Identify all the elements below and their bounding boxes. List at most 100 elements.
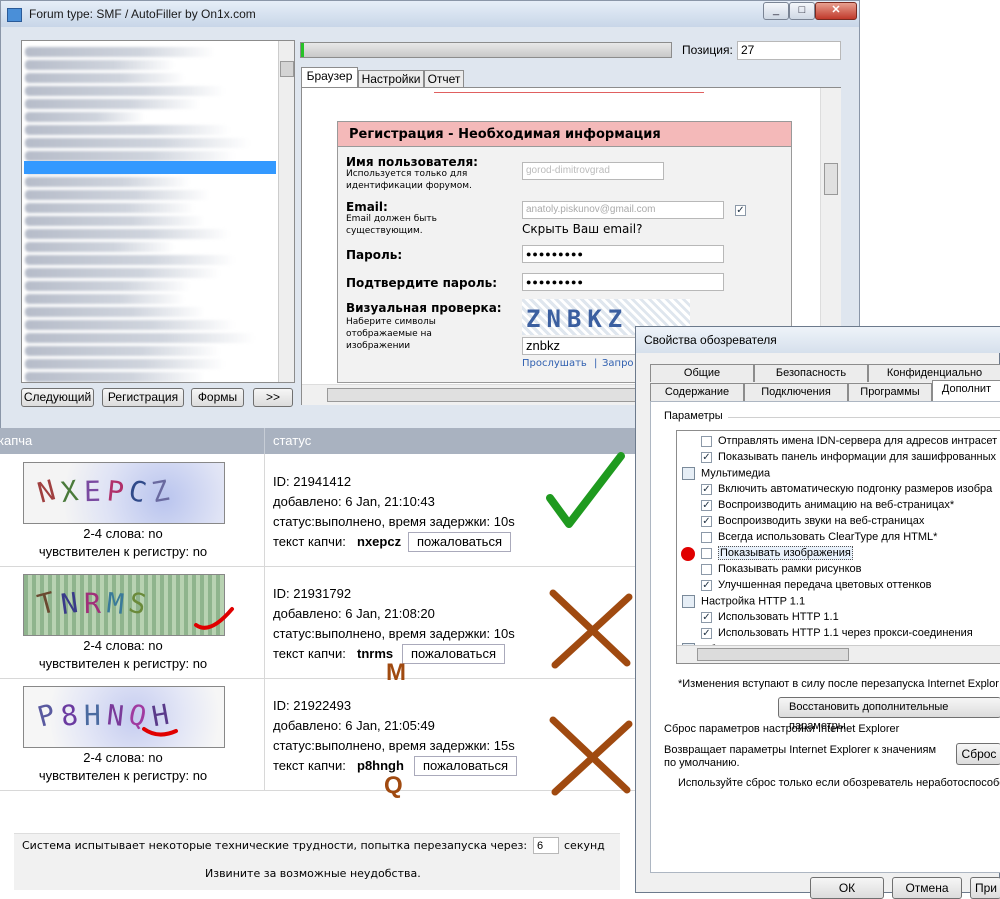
tree-hscrollbar[interactable] <box>677 645 1000 663</box>
option-label: Всегда использовать ClearType для HTML* <box>718 531 938 543</box>
url-list-scrollbar[interactable] <box>278 41 294 382</box>
url-list-item[interactable] <box>25 60 175 70</box>
email-input[interactable]: anatoly.piskunov@gmail.com <box>522 201 724 219</box>
option-checkbox[interactable]: ✓ <box>701 483 712 495</box>
url-list-item[interactable] <box>25 216 205 226</box>
url-list-item[interactable] <box>25 177 190 187</box>
scroll-thumb[interactable] <box>280 61 294 77</box>
username-label: Имя пользователя: <box>346 155 478 169</box>
url-list-item[interactable] <box>25 242 175 252</box>
option-checkbox[interactable] <box>701 563 712 575</box>
ie-tab[interactable]: Общие <box>650 364 754 382</box>
apply-button[interactable]: При <box>970 877 1000 899</box>
option-checkbox[interactable] <box>701 547 712 559</box>
complain-button[interactable]: пожаловаться <box>414 756 517 776</box>
maximize-button[interactable]: □ <box>789 2 815 20</box>
option-checkbox[interactable]: ✓ <box>701 499 712 511</box>
ok-button[interactable]: ОК <box>810 877 884 899</box>
tab-report[interactable]: Отчет <box>424 70 464 88</box>
url-list-item[interactable] <box>25 320 235 330</box>
more-button[interactable]: >> <box>253 388 293 407</box>
ie-options-dialog: Свойства обозревателя Общие Безопасность К… <box>635 326 1000 899</box>
url-list-item[interactable] <box>25 47 215 57</box>
tree-hscroll-thumb[interactable] <box>697 648 849 661</box>
url-list-item[interactable] <box>25 268 220 278</box>
settings-option[interactable]: ✓ Воспроизводить анимацию на веб-страница… <box>701 499 954 511</box>
settings-option[interactable]: Показывать изображения <box>701 546 853 560</box>
register-button[interactable]: Регистрация <box>102 388 184 407</box>
email-checkbox[interactable]: ✓ <box>735 205 746 216</box>
url-list-selected-row[interactable] <box>24 161 276 174</box>
complain-button[interactable]: пожаловаться <box>402 644 505 664</box>
url-list-item[interactable] <box>25 151 235 161</box>
url-list-item[interactable] <box>25 112 145 122</box>
option-label: Воспроизводить звуки на веб-страницах <box>718 515 925 527</box>
settings-option[interactable]: Показывать рамки рисунков <box>701 563 862 575</box>
url-list-item[interactable] <box>25 99 200 109</box>
url-list-item[interactable] <box>25 346 220 356</box>
url-list-item[interactable] <box>25 281 190 291</box>
restart-note: *Изменения вступают в силу после перезап… <box>678 678 999 690</box>
option-checkbox[interactable] <box>701 531 712 543</box>
url-list-item[interactable] <box>25 333 255 343</box>
browser-scroll-thumb[interactable] <box>824 163 838 195</box>
settings-option[interactable]: ✓ Воспроизводить звуки на веб-страницах <box>701 515 924 527</box>
url-list-item[interactable] <box>25 138 250 148</box>
option-checkbox[interactable]: ✓ <box>701 611 712 623</box>
url-list-item[interactable] <box>25 372 205 382</box>
url-list-item[interactable] <box>25 294 185 304</box>
next-button[interactable]: Следующий <box>21 388 94 407</box>
url-list-item[interactable] <box>25 125 230 135</box>
listen-link[interactable]: Прослушать <box>522 358 587 369</box>
password-input[interactable]: ●●●●●●●●● <box>522 245 724 263</box>
ie-tab[interactable]: Содержание <box>650 383 744 401</box>
close-button[interactable]: ✕ <box>815 2 857 20</box>
position-stepper[interactable]: 27 <box>737 41 841 60</box>
ie-tab[interactable]: Безопасность <box>754 364 868 382</box>
tab-browser[interactable]: Браузер <box>301 67 358 88</box>
settings-tree[interactable]: Отправлять имена IDN-сервера для адресов… <box>676 430 1000 664</box>
settings-option[interactable]: Отправлять имена IDN-сервера для адресов… <box>701 435 997 447</box>
option-checkbox[interactable]: ✓ <box>701 579 712 591</box>
forms-button[interactable]: Формы <box>191 388 244 407</box>
case-info: чувствителен к регистру: no <box>38 544 208 559</box>
settings-option[interactable]: ✓ Включить автоматическую подгонку размер… <box>701 483 992 495</box>
reset-button[interactable]: Сброс <box>956 743 1000 765</box>
tab-settings[interactable]: Настройки <box>358 70 424 88</box>
captcha-glyph: Z <box>149 473 172 510</box>
settings-option[interactable]: ✓ Использовать HTTP 1.1 через прокси-соед… <box>701 627 973 639</box>
settings-option[interactable]: Всегда использовать ClearType для HTML* <box>701 531 937 543</box>
url-list-item[interactable] <box>25 73 185 83</box>
cancel-button[interactable]: Отмена <box>892 877 962 899</box>
url-list-item[interactable] <box>25 255 235 265</box>
browser-hscroll-thumb[interactable] <box>327 388 639 402</box>
captcha-status: статус:выполнено, время задержки: 10s <box>273 514 515 529</box>
option-checkbox[interactable]: ✓ <box>701 451 712 463</box>
url-list-item[interactable] <box>25 86 225 96</box>
captcha-added: добавлено: 6 Jan, 21:10:43 <box>273 494 435 509</box>
url-list-item[interactable] <box>25 359 225 369</box>
restore-advanced-button[interactable]: Восстановить дополнительные параметры <box>778 697 1000 732</box>
url-list-item[interactable] <box>25 190 210 200</box>
url-list-item[interactable] <box>25 229 230 239</box>
request-link[interactable]: Запро <box>602 358 634 369</box>
url-list-item[interactable] <box>25 307 205 317</box>
confirm-password-input[interactable]: ●●●●●●●●● <box>522 273 724 291</box>
username-input[interactable]: gorod-dimitrovgrad <box>522 162 664 180</box>
ie-tab[interactable]: Дополнит <box>932 380 1000 401</box>
words-info: 2-4 слова: no <box>83 638 163 653</box>
complain-button[interactable]: пожаловаться <box>408 532 511 552</box>
captcha-input[interactable]: znbkz <box>522 337 637 355</box>
url-list[interactable] <box>21 40 295 383</box>
option-checkbox[interactable] <box>701 435 712 447</box>
seconds-input[interactable]: 6 <box>533 837 559 854</box>
ie-tab[interactable]: Программы <box>848 383 932 401</box>
settings-option[interactable]: ✓ Использовать HTTP 1.1 <box>701 611 839 623</box>
option-checkbox[interactable]: ✓ <box>701 627 712 639</box>
url-list-item[interactable] <box>25 203 195 213</box>
option-checkbox[interactable]: ✓ <box>701 515 712 527</box>
settings-option[interactable]: ✓ Улучшенная передача цветовых оттенков <box>701 579 931 591</box>
minimize-button[interactable]: _ <box>763 2 789 20</box>
settings-option[interactable]: ✓ Показывать панель информации для зашифр… <box>701 451 996 463</box>
ie-tab[interactable]: Подключения <box>744 383 848 401</box>
